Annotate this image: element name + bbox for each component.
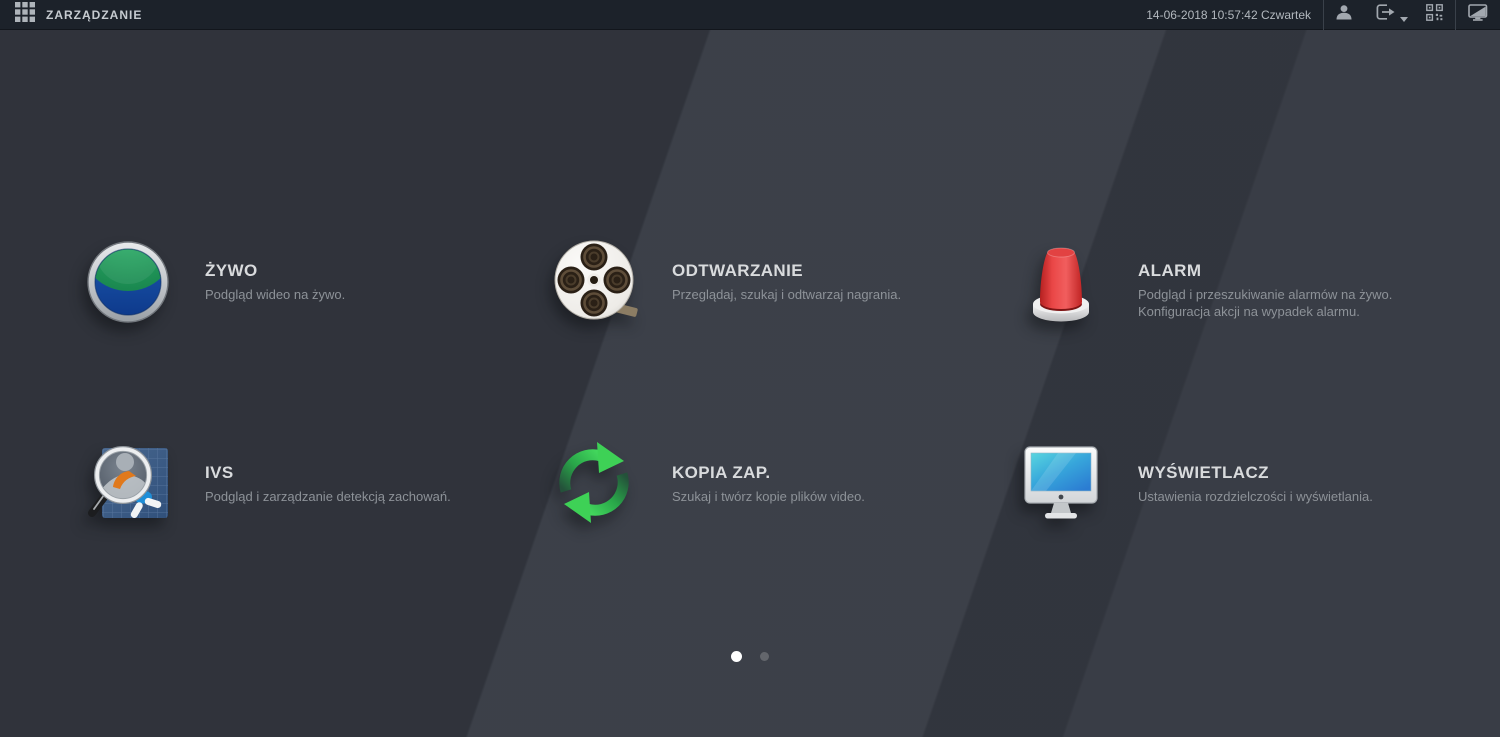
display-monitor-icon <box>1018 440 1104 526</box>
backup-sync-icon <box>552 440 638 526</box>
main-menu-grid-button[interactable] <box>14 2 36 27</box>
playback-reel-icon <box>552 238 638 324</box>
menu-item-description: Podgląd i przeszukiwanie alarmów na żywo… <box>1138 287 1393 319</box>
qr-code-icon <box>1426 3 1443 26</box>
menu-item-description: Podgląd i zarządzanie detekcją zachowań. <box>205 489 451 504</box>
page-dot-1[interactable] <box>731 650 742 662</box>
display-output-button[interactable] <box>1456 0 1500 30</box>
page-title: ZARZĄDZANIE <box>46 7 143 22</box>
menu-item-backup[interactable]: KOPIA ZAP. Szukaj i twórz kopie plików v… <box>552 440 1027 565</box>
logout-button[interactable] <box>1364 0 1414 30</box>
alarm-siren-icon <box>1018 238 1104 324</box>
grid-menu-icon <box>15 2 35 27</box>
menu-item-description: Przeglądaj, szukaj i odtwarzaj nagrania. <box>672 287 902 302</box>
pagination <box>0 648 1500 664</box>
menu-item-ivs[interactable]: IVS Podgląd i zarządzanie detekcją zacho… <box>85 440 560 565</box>
menu-item-title: ŻYWO <box>205 261 258 280</box>
topbar: ZARZĄDZANIE 14-06-2018 10:57:42 Czwartek <box>0 0 1500 30</box>
menu-item-live[interactable]: ŻYWO Podgląd wideo na żywo. <box>85 238 560 363</box>
ivs-magnifier-icon <box>85 440 171 526</box>
user-icon <box>1336 4 1352 25</box>
menu-item-title: IVS <box>205 463 234 482</box>
menu-item-description: Podgląd wideo na żywo. <box>205 287 346 302</box>
live-view-icon <box>85 238 171 324</box>
menu-item-playback[interactable]: ODTWARZANIE Przeglądaj, szukaj i odtwarz… <box>552 238 1027 363</box>
menu-item-description: Ustawienia rozdzielczości i wyświetlania… <box>1138 489 1373 504</box>
qr-code-button[interactable] <box>1414 0 1455 30</box>
menu-item-display[interactable]: WYŚWIETLACZ Ustawienia rozdzielczości i … <box>1018 440 1493 565</box>
datetime-display: 14-06-2018 10:57:42 Czwartek <box>1146 7 1311 22</box>
menu-item-alarm[interactable]: ALARM Podgląd i przeszukiwanie alarmów n… <box>1018 238 1493 363</box>
chevron-down-icon <box>1400 9 1408 27</box>
logout-icon <box>1376 4 1395 25</box>
page-dot-2[interactable] <box>760 651 769 661</box>
menu-item-title: ODTWARZANIE <box>672 261 803 280</box>
user-button[interactable] <box>1324 0 1364 30</box>
menu-item-title: WYŚWIETLACZ <box>1138 463 1269 482</box>
menu-item-title: KOPIA ZAP. <box>672 463 771 482</box>
display-output-icon <box>1468 3 1488 26</box>
menu-item-title: ALARM <box>1138 261 1202 280</box>
menu-item-description: Szukaj i twórz kopie plików video. <box>672 489 865 504</box>
